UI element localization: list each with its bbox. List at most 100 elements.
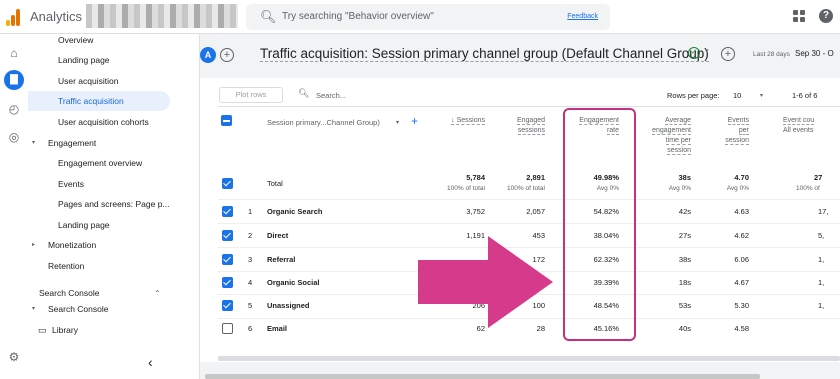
nav-pages-and-screens[interactable]: Pages and screens: Page p... — [28, 194, 170, 214]
nav-traffic-acquisition[interactable]: Traffic acquisition — [28, 91, 170, 111]
row-checkbox[interactable] — [222, 277, 233, 288]
nav-search-console[interactable]: ▾ Search Console — [28, 303, 170, 315]
row-engaged: 2,057 — [526, 207, 545, 216]
col-header-line: ↓ Sessions — [451, 117, 485, 125]
row-divider — [218, 223, 840, 224]
row-number: 5 — [248, 301, 253, 310]
expand-caret-icon: ▾ — [32, 306, 36, 312]
nav-landing-page-2[interactable]: Landing page — [28, 215, 170, 235]
row-event-count: 1, — [818, 255, 825, 264]
add-dimension-icon[interactable]: + — [411, 114, 418, 128]
row-events-per-session: 4.62 — [734, 231, 749, 240]
row-number: 6 — [248, 324, 253, 333]
nav-landing-page[interactable]: Landing page — [28, 50, 170, 70]
verified-check-icon[interactable]: ✓ — [688, 47, 700, 59]
row-avg-time: 53s — [678, 301, 691, 310]
row-channel: Organic Search — [267, 207, 323, 216]
select-all-checkbox[interactable] — [221, 115, 232, 126]
advertising-icon[interactable]: ◎ — [7, 130, 21, 144]
total-checkbox[interactable] — [222, 178, 233, 189]
row-checkbox[interactable] — [222, 323, 233, 334]
top-bar: Analytics 🔍︎ Try searching "Behavior ove… — [0, 0, 840, 34]
add-comparison-icon[interactable]: + — [220, 48, 234, 62]
col-sessions[interactable]: ↓ Sessions — [440, 116, 485, 126]
nav-user-acquisition-cohorts[interactable]: User acquisition cohorts — [28, 112, 170, 132]
row-avg-time: 42s — [678, 207, 691, 216]
col-events-per-session[interactable]: Events per session — [705, 116, 749, 146]
page-scrollbar[interactable] — [205, 374, 760, 379]
plot-rows-button[interactable]: Plot rows — [219, 87, 283, 103]
row-events-per-session: 4.67 — [734, 278, 749, 287]
col-header-line: All events — [783, 127, 814, 134]
comparison-avatar[interactable]: A — [200, 47, 216, 63]
explore-icon[interactable]: ◴ — [7, 102, 21, 116]
row-channel: Referral — [267, 255, 296, 264]
col-header-line: Average — [665, 117, 691, 125]
add-icon[interactable]: + — [721, 47, 735, 61]
row-number: 1 — [248, 207, 253, 216]
chevron-up-icon[interactable]: ⌃ — [154, 289, 161, 298]
home-icon[interactable]: ⌂ — [7, 46, 21, 60]
nav-overview[interactable]: Overview — [28, 30, 170, 50]
search-placeholder: Try searching "Behavior overview" — [282, 11, 434, 22]
total-engaged: 2,891 — [526, 173, 545, 182]
row-channel: Unassigned — [267, 301, 310, 310]
col-header-line: sessions — [517, 127, 545, 135]
row-avg-time: 38s — [678, 255, 691, 264]
dimension-header[interactable]: Session primary...Channel Group) — [267, 118, 380, 127]
table-search-input[interactable]: Search... — [316, 91, 346, 100]
row-events-per-session: 5.30 — [734, 301, 749, 310]
admin-gear-icon[interactable]: ⚙ — [7, 350, 21, 364]
col-header-line: Events — [727, 117, 749, 125]
row-channel: Organic Social — [267, 278, 320, 287]
row-channel: Direct — [267, 231, 289, 240]
reports-icon[interactable]: ▇ — [4, 70, 24, 90]
total-sessions-sub: 100% of total — [447, 185, 485, 192]
nav-monetization[interactable]: ▸ Monetization — [28, 235, 170, 255]
row-divider — [218, 199, 840, 200]
total-avg-time-sub: Avg 0% — [668, 185, 691, 192]
icon-rail: ⌂ ▇ ◴ ◎ ⚙ — [0, 34, 28, 379]
row-checkbox[interactable] — [222, 300, 233, 311]
nav-search-console-section[interactable]: Search Console — [28, 283, 170, 303]
nav-label: Search Console — [48, 304, 109, 314]
date-range-value[interactable]: Sep 30 - O — [795, 49, 834, 58]
global-search-bar[interactable]: 🔍︎ Try searching "Behavior overview" Fee… — [246, 4, 610, 30]
total-event-count-sub: 100% of — [796, 185, 820, 192]
horizontal-scrollbar[interactable] — [218, 356, 840, 361]
col-avg-engagement-time[interactable]: Average engagement time per session — [640, 116, 691, 156]
nav-label: Landing page — [58, 220, 110, 230]
row-event-count: 1, — [818, 278, 825, 287]
apps-grid-icon[interactable] — [793, 10, 805, 22]
account-selector-blurred[interactable] — [86, 4, 238, 28]
report-header: A + Traffic acquisition: Session primary… — [200, 34, 840, 78]
side-nav: Overview Landing page User acquisition T… — [28, 34, 200, 379]
nav-engagement-overview[interactable]: Engagement overview — [28, 153, 170, 173]
feedback-link[interactable]: Feedback — [567, 13, 598, 20]
nav-retention[interactable]: Retention — [28, 256, 170, 276]
row-checkbox[interactable] — [222, 206, 233, 217]
dimension-dropdown-icon[interactable]: ▾ — [396, 119, 399, 126]
help-icon[interactable]: ? — [819, 9, 833, 23]
nav-label: Overview — [58, 35, 94, 45]
total-label: Total — [267, 179, 283, 188]
row-checkbox[interactable] — [222, 254, 233, 265]
row-avg-time: 40s — [678, 324, 691, 333]
col-header-line: time per — [665, 137, 691, 145]
rows-per-page-select[interactable]: 10 — [733, 91, 741, 100]
total-events-per-session-sub: Avg 0% — [726, 185, 749, 192]
row-number: 3 — [248, 255, 253, 264]
date-range-label: Last 28 days — [753, 51, 790, 58]
row-checkbox[interactable] — [222, 230, 233, 241]
chevron-down-icon[interactable]: ▾ — [760, 92, 763, 99]
nav-user-acquisition[interactable]: User acquisition — [28, 71, 170, 91]
nav-engagement[interactable]: ▾ Engagement — [28, 133, 170, 153]
dropdown-caret-icon[interactable]: ▾ — [705, 47, 709, 55]
nav-events[interactable]: Events — [28, 174, 170, 194]
col-event-count[interactable]: Event cou All events — [775, 116, 840, 136]
col-header-line: session — [725, 137, 749, 145]
nav-label: Engagement — [48, 138, 97, 148]
collapse-nav-chevron-icon[interactable]: ‹ — [148, 354, 153, 370]
nav-library[interactable]: ▭ Library — [28, 320, 170, 340]
col-engaged-sessions[interactable]: Engaged sessions — [495, 116, 545, 136]
